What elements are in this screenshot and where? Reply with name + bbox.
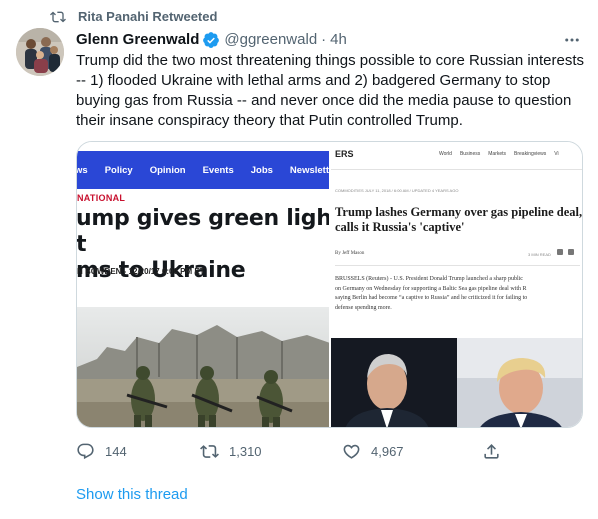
article-share-icons: [556, 249, 574, 255]
article-nav-item: World: [438, 151, 452, 157]
article-section: NATIONAL: [77, 193, 126, 203]
article-nav-item: Vi: [554, 151, 559, 157]
heart-icon: [343, 444, 360, 459]
headline-line: calls it Russia's 'captive': [334, 220, 465, 234]
article-nav-item: Newsletters: [289, 164, 329, 176]
tweet-header: Glenn Greenwald @ggreenwald · 4h: [76, 30, 347, 50]
article-nav-item: Jobs: [250, 164, 273, 176]
retweet-icon: [50, 11, 66, 23]
tweet-actions: 144 1,310 4,967: [76, 438, 506, 464]
divider: [330, 169, 582, 170]
share-icon: [556, 249, 563, 255]
article-nav-item: Markets: [488, 151, 507, 157]
article-byline: N BOWDEN - 12/20/17 6:00 PM ET: [77, 267, 205, 276]
retweet-banner-text[interactable]: Rita Panahi Retweeted: [78, 9, 217, 25]
article-nav-item: Events: [202, 164, 234, 176]
body-line: on Germany on Wednesday for supporting a…: [334, 285, 527, 292]
headline-line: ump gives green light t: [77, 206, 329, 257]
avatar-image: [16, 28, 64, 76]
show-thread-link[interactable]: Show this thread: [76, 485, 188, 505]
reply-count: 144: [105, 443, 127, 459]
divider: [334, 265, 580, 266]
more-options-button[interactable]: [560, 30, 584, 50]
article-body: BRUSSELS (Reuters) - U.S. President Dona…: [335, 275, 582, 313]
more-horizontal-icon: [565, 38, 579, 42]
soldiers-photo: [77, 307, 329, 427]
article-nav-item: Policy: [104, 164, 133, 176]
retweet-icon: [200, 444, 219, 458]
separator-dot: ·: [321, 31, 327, 48]
share-icon: [484, 443, 499, 459]
retweet-indicator: [50, 9, 66, 25]
retweet-count: 1,310: [229, 443, 262, 459]
avatar[interactable]: [16, 28, 64, 76]
headline-line: Trump lashes Germany over gas pipeline d…: [334, 205, 582, 219]
tweet-media[interactable]: ws Policy Opinion Events Jobs Newsletter…: [76, 141, 583, 428]
share-button[interactable]: [482, 438, 501, 464]
reply-icon: [77, 443, 94, 459]
article-nav-item: Breakingviews: [514, 151, 547, 157]
like-count: 4,967: [371, 443, 404, 459]
article-read-time: 3 MIN READ: [527, 252, 551, 257]
tweet-timestamp[interactable]: 4h: [330, 30, 347, 50]
body-line: defense spending more.: [334, 304, 392, 311]
body-line: saying Berlin had become “a captive to R…: [334, 295, 528, 301]
tweet-text: Trump did the two most threatening thing…: [76, 52, 585, 129]
verified-badge-icon: [203, 32, 220, 48]
article-headline: Trump lashes Germany over gas pipeline d…: [335, 205, 582, 235]
like-button[interactable]: 4,967: [342, 438, 404, 464]
leaders-photo: [330, 338, 582, 427]
article-nav-bar: World Business Markets Breakingviews Vi: [439, 151, 567, 157]
article-logo: ERS: [334, 149, 354, 159]
article-nav-item: Business: [459, 151, 481, 157]
author-handle[interactable]: @ggreenwald: [224, 30, 317, 50]
author-name[interactable]: Glenn Greenwald: [76, 30, 199, 50]
article-nav-item: ws: [77, 164, 88, 176]
media-image-left[interactable]: ws Policy Opinion Events Jobs Newsletter…: [77, 142, 329, 427]
article-nav-item: Opinion: [149, 164, 186, 176]
media-image-right[interactable]: ERS World Business Markets Breakingviews…: [330, 142, 582, 427]
article-byline: By Jeff Mason: [334, 251, 365, 256]
retweet-button[interactable]: 1,310: [200, 438, 262, 464]
body-line: BRUSSELS (Reuters) - U.S. President Dona…: [334, 276, 523, 282]
share-icon: [567, 249, 574, 255]
article-meta: COMMODITIES JULY 11, 2018 / 6:00 AM / UP…: [334, 188, 459, 193]
article-nav-bar: ws Policy Opinion Events Jobs Newsletter…: [77, 151, 329, 189]
reply-button[interactable]: 144: [76, 438, 127, 464]
